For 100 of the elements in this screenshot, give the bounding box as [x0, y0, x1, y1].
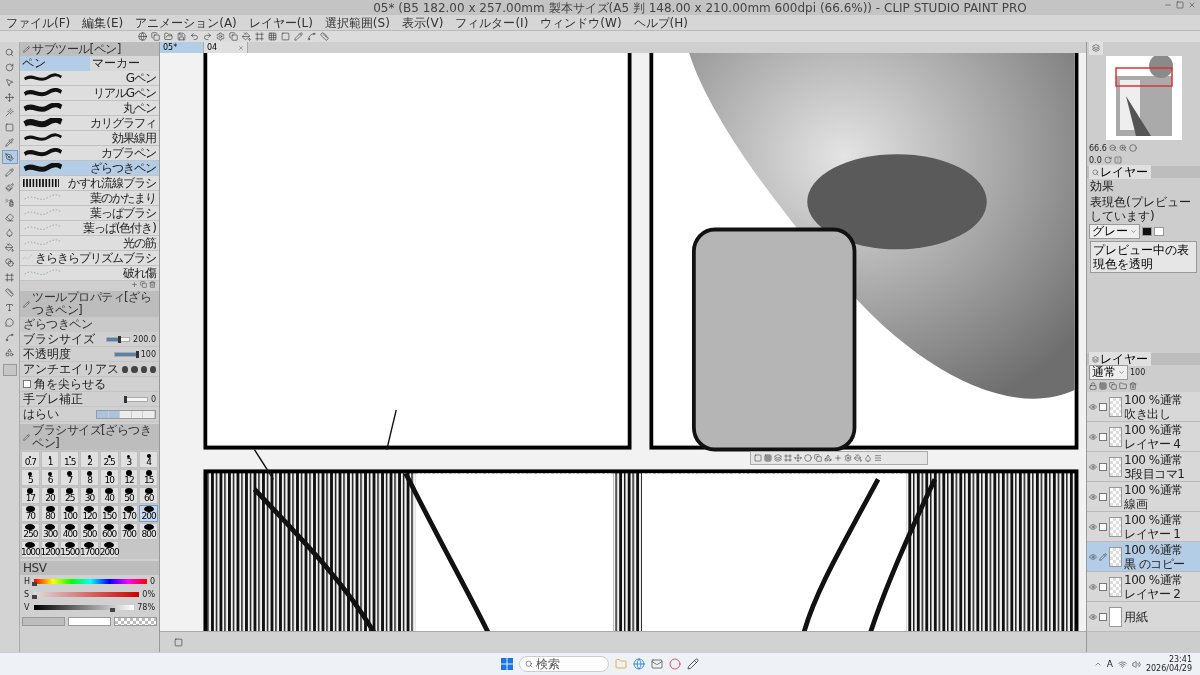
layer-item[interactable]: 100 %通常 レイヤー 4: [1087, 422, 1200, 452]
brush-size-cell[interactable]: 1000: [21, 541, 40, 558]
brush-size-cell[interactable]: 70: [21, 505, 40, 522]
brush-item[interactable]: 破れ傷: [20, 266, 159, 281]
brush-item[interactable]: 葉っぱブラシ: [20, 206, 159, 221]
brush-size-cell[interactable]: 80: [40, 505, 60, 522]
brush-size-cell[interactable]: 400: [60, 523, 80, 540]
menu-item[interactable]: レイヤー(L): [248, 15, 313, 30]
brush-size-cell[interactable]: 2.5: [99, 451, 119, 468]
brush-size-cell[interactable]: 1200: [40, 541, 60, 558]
menu-item[interactable]: 表示(V): [401, 15, 444, 30]
ime-indicator[interactable]: A: [1106, 659, 1113, 669]
brush-size-cell[interactable]: 0.7: [21, 451, 40, 468]
brush-size-cell[interactable]: 800: [139, 523, 158, 540]
brush-size-cell[interactable]: 40: [99, 487, 119, 504]
brush-size-cell[interactable]: 6: [40, 469, 60, 486]
layer-mode: 100 %通常: [1124, 542, 1184, 557]
menu-item[interactable]: 編集(E): [82, 15, 124, 30]
value-text: 200.0: [133, 334, 156, 344]
brush-size-cell[interactable]: 7: [60, 469, 80, 486]
brush-size-cell[interactable]: 2: [80, 451, 99, 468]
brush-size-cell[interactable]: 600: [99, 523, 119, 540]
layer-tab[interactable]: レイヤー: [1089, 352, 1151, 366]
document-tab[interactable]: 04: [204, 42, 248, 53]
brush-size-cell[interactable]: 170: [119, 505, 139, 522]
brush-size-cell[interactable]: 8: [80, 469, 99, 486]
brush-name: 葉のかたまり: [90, 191, 156, 205]
value-text: 78%: [137, 603, 155, 612]
brush-name: 破れ傷: [123, 266, 156, 280]
brush-size-cell[interactable]: 5: [21, 469, 40, 486]
value-text: 0: [150, 394, 156, 404]
brush-size-cell[interactable]: 700: [119, 523, 139, 540]
zoom-value[interactable]: 66.6: [1089, 143, 1107, 153]
brush-item[interactable]: ざらつきペン: [20, 161, 159, 176]
brush-item[interactable]: 効果線用: [20, 131, 159, 146]
brush-size-cell[interactable]: 20: [40, 487, 60, 504]
brush-size-cell[interactable]: 50: [119, 487, 139, 504]
menu-item[interactable]: 選択範囲(S): [324, 15, 390, 30]
brush-size-cell[interactable]: 1700: [80, 541, 99, 558]
brush-size-cell[interactable]: 25: [60, 487, 80, 504]
brush-item[interactable]: 丸ペン: [20, 101, 159, 116]
brush-item[interactable]: かすれ流線ブラシ: [20, 176, 159, 191]
brush-name: 光の筋: [123, 236, 156, 250]
search-field[interactable]: 検索: [519, 656, 609, 672]
color-mode-label: HSV: [23, 561, 47, 575]
opacity-value[interactable]: 100: [1130, 368, 1146, 377]
sub-tool-group-tab[interactable]: ペン: [20, 56, 90, 71]
brush-item[interactable]: Gペン: [20, 71, 159, 86]
brush-size-cell[interactable]: 2000: [99, 541, 119, 558]
brush-size-cell[interactable]: 17: [21, 487, 40, 504]
transparent-button[interactable]: プレビュー中の表現色を透明: [1090, 241, 1197, 273]
brush-size-cell[interactable]: 120: [80, 505, 99, 522]
menu-item[interactable]: フィルター(I): [455, 15, 529, 30]
brush-size-cell[interactable]: 300: [40, 523, 60, 540]
brush-size-cell[interactable]: 100: [60, 505, 80, 522]
brush-size-cell[interactable]: 60: [139, 487, 158, 504]
menu-item[interactable]: ファイル(F): [6, 15, 71, 30]
brush-item[interactable]: 葉っぱ(色付き): [20, 221, 159, 236]
brush-size-cell[interactable]: 250: [21, 523, 40, 540]
brush-size-cell[interactable]: 1: [40, 451, 60, 468]
clock[interactable]: 23:41 2026/04/29: [1145, 655, 1192, 673]
property-label: アンチエイリアス: [23, 360, 119, 378]
brush-size-cell[interactable]: 1.5: [60, 451, 80, 468]
brush-size-cell[interactable]: 30: [80, 487, 99, 504]
brush-item[interactable]: リアルGペン: [20, 86, 159, 101]
brush-size-cell[interactable]: 500: [80, 523, 99, 540]
sub-tool-group-tab[interactable]: マーカー: [89, 56, 159, 71]
layer-item[interactable]: 100 %通常 3段目コマ1: [1087, 452, 1200, 482]
brush-item[interactable]: 葉のかたまり: [20, 191, 159, 206]
brush-size-cell[interactable]: 150: [99, 505, 119, 522]
channel-label: V: [24, 603, 31, 612]
brush-size-cell[interactable]: 12: [119, 469, 139, 486]
layer-item[interactable]: 100 %通常 黒 のコピー: [1087, 542, 1200, 572]
brush-size-cell[interactable]: 200: [139, 505, 158, 522]
layer-name: レイヤー 1: [1124, 526, 1182, 541]
brush-name: きらきらプリズムブラシ: [35, 251, 156, 265]
brush-size-cell[interactable]: 10: [99, 469, 119, 486]
brush-size-cell[interactable]: 1500: [60, 541, 80, 558]
brush-size-cell[interactable]: 15: [139, 469, 158, 486]
rotation-value[interactable]: 0.0: [1089, 155, 1102, 165]
layer-item[interactable]: 100 %通常 吹き出し: [1087, 392, 1200, 422]
brush-item[interactable]: 光の筋: [20, 236, 159, 251]
menu-item[interactable]: アニメーション(A): [135, 15, 237, 30]
brush-item[interactable]: きらきらプリズムブラシ: [20, 251, 159, 266]
layer-item[interactable]: 100 %通常 線画: [1087, 482, 1200, 512]
brush-size-cell[interactable]: 4: [139, 451, 158, 468]
expression-color-dropdown[interactable]: グレー: [1089, 224, 1140, 239]
brush-name: 丸ペン: [123, 101, 156, 115]
brush-item[interactable]: カブラペン: [20, 146, 159, 161]
menu-item[interactable]: ウィンドウ(W): [540, 15, 622, 30]
blend-mode-dropdown[interactable]: 通常: [1089, 365, 1128, 380]
layer-property-tab[interactable]: レイヤー: [1089, 165, 1151, 179]
layer-mode: 100 %通常: [1124, 482, 1183, 497]
layer-item[interactable]: 用紙: [1087, 602, 1200, 632]
layer-item[interactable]: 100 %通常 レイヤー 1: [1087, 512, 1200, 542]
brush-name: 葉っぱ(色付き): [82, 221, 156, 235]
brush-item[interactable]: カリグラフィ: [20, 116, 159, 131]
brush-size-cell[interactable]: 3: [119, 451, 139, 468]
menu-item[interactable]: ヘルプ(H): [633, 15, 688, 30]
layer-item[interactable]: 100 %通常 レイヤー 2: [1087, 572, 1200, 602]
